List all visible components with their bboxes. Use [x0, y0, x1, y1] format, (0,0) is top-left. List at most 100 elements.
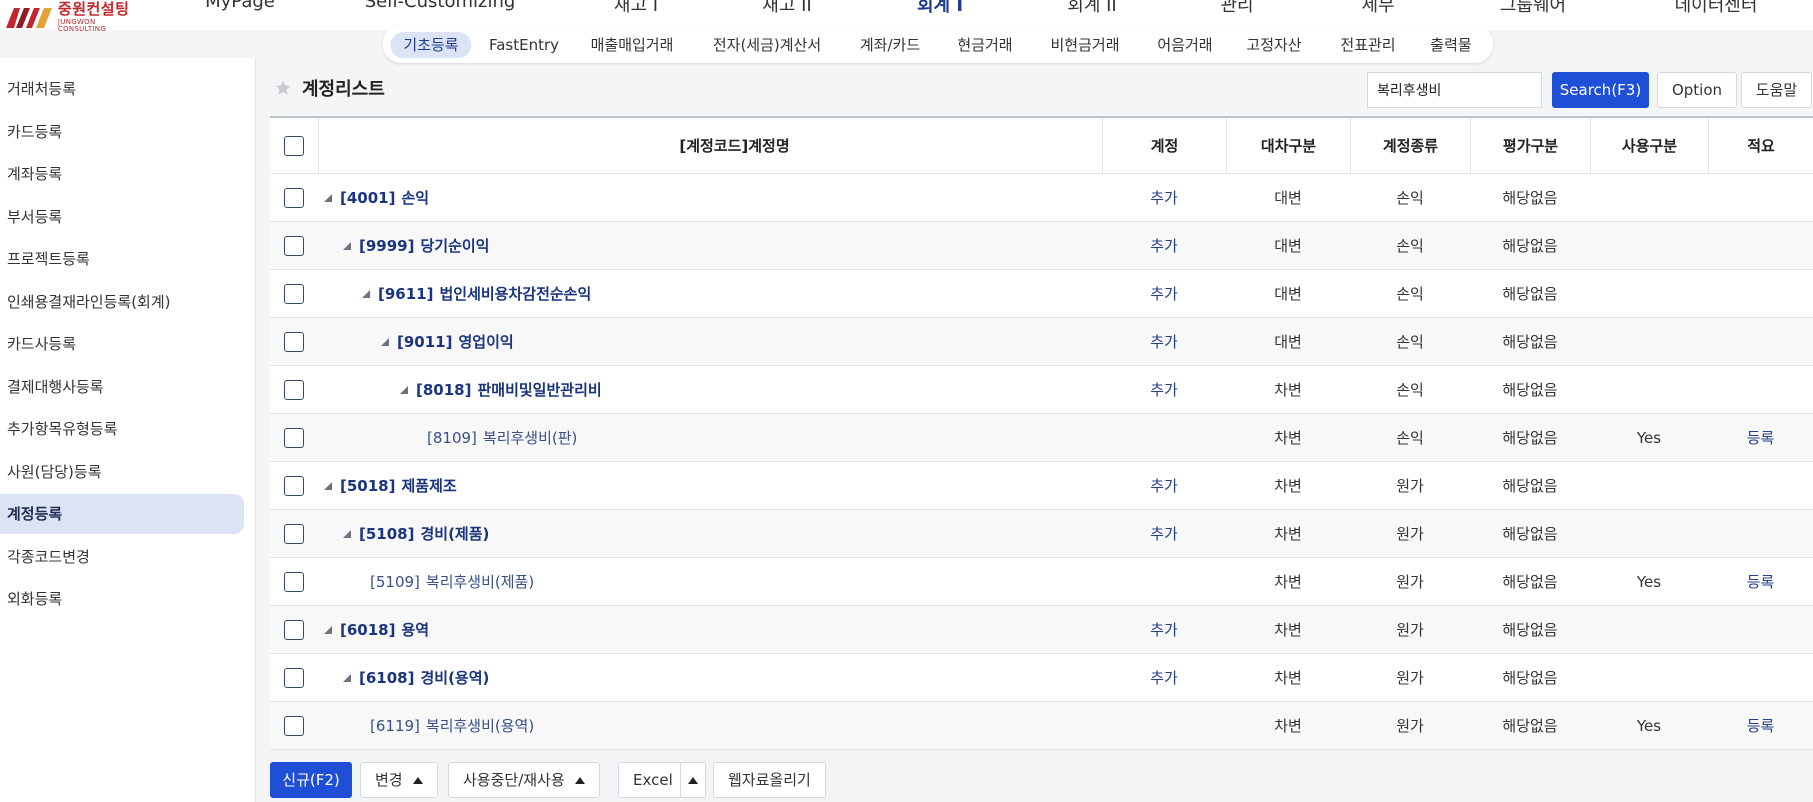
sidebar-item-extra-field-type[interactable]: 추가항목유형등록 [0, 409, 244, 449]
main-nav-accounting-1[interactable]: 회계 I [917, 0, 963, 17]
row-checkbox[interactable] [284, 332, 304, 352]
expand-triangle-icon[interactable] [324, 194, 332, 202]
sidebar-item-card-company[interactable]: 카드사등록 [0, 324, 244, 364]
help-button[interactable]: 도움말 [1741, 72, 1812, 108]
main-nav-self-customizing[interactable]: Self-Customizing [365, 0, 516, 12]
row-checkbox[interactable] [284, 620, 304, 640]
expand-triangle-icon[interactable] [343, 674, 351, 682]
row-checkbox[interactable] [284, 284, 304, 304]
main-nav-inventory-2[interactable]: 재고 II [762, 0, 811, 17]
sub-nav-fastentry[interactable]: FastEntry [476, 32, 572, 58]
table-row[interactable]: [8109] 복리후생비(판) 차변 손익 해당없음 Yes 등록 [270, 414, 1813, 462]
table-row[interactable]: [9611] 법인세비용차감전순손익 추가 대변 손익 해당없음 [270, 270, 1813, 318]
cell-account[interactable]: 추가 [1102, 654, 1226, 702]
account-name-cell[interactable]: [5109] 복리후생비(제품) [370, 558, 534, 606]
select-all-checkbox[interactable] [284, 136, 304, 156]
expand-triangle-icon[interactable] [362, 290, 370, 298]
row-checkbox[interactable] [284, 188, 304, 208]
column-header-debit-credit[interactable]: 대차구분 [1226, 118, 1350, 174]
main-nav-groupware[interactable]: 그룹웨어 [1500, 0, 1566, 17]
new-button[interactable]: 신규(F2) [270, 762, 352, 798]
account-name-cell[interactable]: [9999] 당기순이익 [343, 222, 489, 270]
sidebar-item-department[interactable]: 부서등록 [0, 197, 244, 237]
table-row[interactable]: [6108] 경비(용역) 추가 차변 원가 해당없음 [270, 654, 1813, 702]
account-name-cell[interactable]: [5108] 경비(제품) [343, 510, 489, 558]
expand-triangle-icon[interactable] [381, 338, 389, 346]
expand-triangle-icon[interactable] [343, 242, 351, 250]
column-header-account-type[interactable]: 계정종류 [1350, 118, 1470, 174]
sidebar-item-code-change[interactable]: 각종코드변경 [0, 537, 244, 577]
sub-nav-e-invoice[interactable]: 전자(세금)계산서 [700, 32, 834, 58]
table-row[interactable]: [6119] 복리후생비(용역) 차변 원가 해당없음 Yes 등록 [270, 702, 1813, 750]
main-nav-accounting-2[interactable]: 회계 II [1067, 0, 1116, 17]
sidebar-item-employee[interactable]: 사원(담당)등록 [0, 452, 244, 492]
expand-triangle-icon[interactable] [400, 386, 408, 394]
main-nav-mypage[interactable]: MyPage [205, 0, 275, 12]
option-button[interactable]: Option [1657, 72, 1737, 108]
sidebar-item-bank-account[interactable]: 계좌등록 [0, 154, 244, 194]
expand-triangle-icon[interactable] [324, 482, 332, 490]
row-checkbox[interactable] [284, 524, 304, 544]
row-checkbox[interactable] [284, 380, 304, 400]
star-icon[interactable] [274, 79, 292, 97]
sub-nav-voucher[interactable]: 전표관리 [1327, 32, 1408, 58]
table-row[interactable]: [8018] 판매비및일반관리비 추가 차변 손익 해당없음 [270, 366, 1813, 414]
sub-nav-fixed-assets[interactable]: 고정자산 [1233, 32, 1314, 58]
change-button[interactable]: 변경 [360, 762, 438, 798]
cell-account[interactable]: 추가 [1102, 462, 1226, 510]
cell-account[interactable]: 추가 [1102, 366, 1226, 414]
account-name-cell[interactable]: [8109] 복리후생비(판) [427, 414, 577, 462]
table-row[interactable]: [4001] 손익 추가 대변 손익 해당없음 [270, 174, 1813, 222]
column-header-name[interactable]: [계정코드]계정명 [318, 118, 1150, 174]
sidebar-item-approval-line[interactable]: 인쇄용결재라인등록(회계) [0, 282, 244, 322]
sidebar-item-card[interactable]: 카드등록 [0, 112, 244, 152]
main-nav-inventory-1[interactable]: 재고 I [614, 0, 658, 17]
search-button[interactable]: Search(F3) [1552, 72, 1649, 108]
cell-account[interactable]: 추가 [1102, 174, 1226, 222]
row-checkbox[interactable] [284, 428, 304, 448]
cell-account[interactable]: 추가 [1102, 318, 1226, 366]
sidebar-item-currency[interactable]: 외화등록 [0, 579, 244, 619]
table-row[interactable]: [5109] 복리후생비(제품) 차변 원가 해당없음 Yes 등록 [270, 558, 1813, 606]
table-row[interactable]: [6018] 용역 추가 차변 원가 해당없음 [270, 606, 1813, 654]
cell-memo[interactable]: 등록 [1708, 558, 1813, 606]
row-checkbox[interactable] [284, 572, 304, 592]
row-checkbox[interactable] [284, 716, 304, 736]
cell-account[interactable]: 추가 [1102, 222, 1226, 270]
account-name-cell[interactable]: [8018] 판매비및일반관리비 [400, 366, 602, 414]
sidebar-item-payment-agent[interactable]: 결제대행사등록 [0, 367, 244, 407]
cell-memo[interactable]: 등록 [1708, 702, 1813, 750]
excel-button[interactable]: Excel [618, 762, 688, 798]
row-checkbox[interactable] [284, 668, 304, 688]
account-name-cell[interactable]: [9011] 영업이익 [381, 318, 514, 366]
column-header-memo[interactable]: 적요 [1708, 118, 1813, 174]
sub-nav-basic-registration[interactable]: 기초등록 [390, 32, 472, 58]
main-nav-management[interactable]: 관리 [1220, 0, 1253, 17]
search-input[interactable] [1367, 72, 1542, 108]
account-name-cell[interactable]: [6018] 용역 [324, 606, 429, 654]
account-name-cell[interactable]: [9611] 법인세비용차감전순손익 [362, 270, 591, 318]
expand-triangle-icon[interactable] [343, 530, 351, 538]
column-header-evaluation[interactable]: 평가구분 [1470, 118, 1590, 174]
sub-nav-cash[interactable]: 현금거래 [944, 32, 1025, 58]
sidebar-item-project[interactable]: 프로젝트등록 [0, 239, 244, 279]
cell-account[interactable]: 추가 [1102, 510, 1226, 558]
main-nav-tax[interactable]: 세무 [1361, 0, 1394, 17]
sub-nav-bills[interactable]: 어음거래 [1144, 32, 1225, 58]
column-header-account[interactable]: 계정 [1102, 118, 1226, 174]
account-name-cell[interactable]: [4001] 손익 [324, 174, 429, 222]
sub-nav-print[interactable]: 출력물 [1417, 32, 1484, 58]
excel-dropdown-button[interactable] [680, 762, 706, 798]
table-row[interactable]: [9011] 영업이익 추가 대변 손익 해당없음 [270, 318, 1813, 366]
table-row[interactable]: [5018] 제품제조 추가 차변 원가 해당없음 [270, 462, 1813, 510]
row-checkbox[interactable] [284, 236, 304, 256]
table-row[interactable]: [9999] 당기순이익 추가 대변 손익 해당없음 [270, 222, 1813, 270]
cell-account[interactable]: 추가 [1102, 270, 1226, 318]
sidebar-item-client[interactable]: 거래처등록 [0, 69, 244, 109]
cell-memo[interactable]: 등록 [1708, 414, 1813, 462]
sub-nav-account-card[interactable]: 계좌/카드 [847, 32, 933, 58]
cell-account[interactable]: 추가 [1102, 606, 1226, 654]
account-name-cell[interactable]: [6119] 복리후생비(용역) [370, 702, 534, 750]
logo[interactable]: 중원컨설팅 JUNGWON CONSULTING [6, 1, 146, 32]
sidebar-item-account[interactable]: 계정등록 [0, 494, 244, 534]
